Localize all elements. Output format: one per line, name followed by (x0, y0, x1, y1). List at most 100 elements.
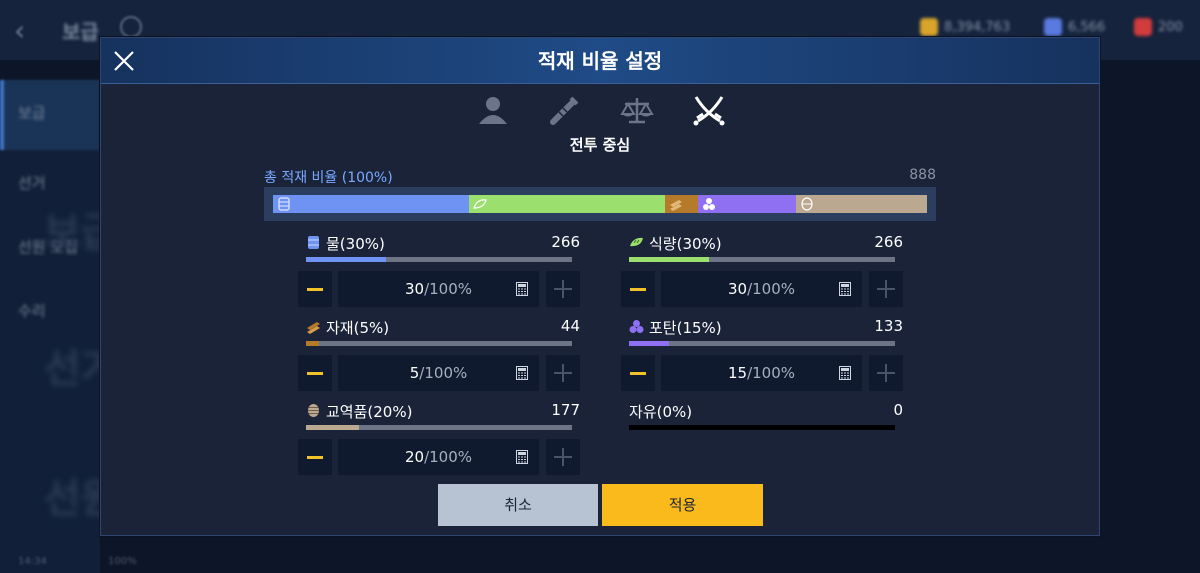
dialog-title: 적재 비율 설정 (537, 49, 663, 73)
tab-combat[interactable] (687, 88, 731, 132)
ratio-value: 20 (404, 448, 425, 466)
mode-tabs (471, 88, 731, 132)
mode-label: 전투 중심 (569, 136, 631, 154)
total-ratio-label: 총 적재 비율 (100%) (264, 170, 393, 186)
resource-bar-fill (629, 257, 709, 262)
calculator-icon[interactable] (838, 282, 852, 296)
ammo-segment-icon (703, 198, 716, 210)
resource-bar-fill (306, 257, 386, 262)
ratio-unit: /100% (419, 364, 468, 382)
status-battery: 100% (108, 556, 137, 567)
ruby-value: 200 (1158, 19, 1183, 35)
ratio-value: 15 (727, 364, 748, 382)
calculator-icon[interactable] (515, 450, 529, 464)
resource-count: 44 (560, 317, 580, 335)
resource-bar (629, 257, 895, 262)
decrease-button[interactable] (621, 355, 655, 391)
cannonball-icon (629, 320, 644, 333)
resource-count: 133 (874, 317, 903, 335)
crossed-swords-icon (693, 96, 725, 126)
balance-scale-icon (620, 98, 654, 124)
calculator-icon[interactable] (515, 366, 529, 380)
total-bar-segments (273, 195, 927, 213)
status-time: 14:34 (18, 556, 47, 567)
ratio-value: 30 (404, 280, 425, 298)
resource-name: 자유(0%) (629, 403, 693, 421)
dialog-header: 적재 비율 설정 (101, 38, 1099, 84)
increase-button[interactable] (546, 355, 580, 391)
resource-bar (306, 341, 572, 346)
resource-bar (629, 341, 895, 346)
ratio-input[interactable]: 30/100% (338, 271, 539, 307)
ratio-unit: /100% (424, 280, 473, 298)
increase-button[interactable] (546, 439, 580, 475)
increase-button[interactable] (869, 355, 903, 391)
resource-name: 포탄(15%) (649, 319, 722, 337)
decrease-button[interactable] (298, 271, 332, 307)
gem-icon (1044, 18, 1062, 36)
resource-free: 자유(0%) 0 (629, 401, 903, 430)
increase-button[interactable] (546, 271, 580, 307)
back-button[interactable]: ‹ (14, 14, 25, 47)
resource-food: 식량(30%) 266 30/100% (621, 233, 903, 307)
ratio-value: 5 (409, 364, 420, 382)
total-segment-material (665, 195, 699, 213)
resource-bar (306, 257, 572, 262)
ratio-value: 30 (727, 280, 748, 298)
calculator-icon[interactable] (515, 282, 529, 296)
resource-name: 교역품(20%) (326, 403, 413, 421)
ratio-unit: /100% (747, 364, 796, 382)
resource-count: 177 (551, 401, 580, 419)
resource-name: 자재(5%) (326, 319, 390, 337)
resource-name: 물(30%) (326, 235, 385, 253)
sidebar-item-election[interactable]: 선거 (18, 172, 46, 193)
ratio-input[interactable]: 30/100% (661, 271, 862, 307)
ruby-counter: 200 (1134, 18, 1183, 36)
tab-trade[interactable] (615, 88, 659, 132)
resource-bar (629, 425, 895, 430)
resource-name: 식량(30%) (649, 235, 722, 253)
decrease-button[interactable] (298, 439, 332, 475)
cargo-barrel-icon (308, 404, 319, 417)
decrease-button[interactable] (621, 271, 655, 307)
sidebar-item-repair[interactable]: 수리 (18, 300, 46, 321)
resource-count: 266 (874, 233, 903, 251)
increase-button[interactable] (869, 271, 903, 307)
goods-segment-icon (801, 197, 813, 211)
total-segment-goods (796, 195, 927, 213)
gem-value: 6,566 (1068, 19, 1106, 35)
resource-material: 자재(5%) 44 5/100% (298, 317, 580, 391)
ratio-unit: /100% (747, 280, 796, 298)
food-segment-icon (473, 199, 487, 209)
total-ratio-bar (264, 187, 936, 221)
resource-water: 물(30%) 266 30/100% (298, 233, 580, 307)
tab-exploration[interactable] (543, 88, 587, 132)
apply-button[interactable]: 적용 (602, 484, 763, 526)
water-barrel-icon (308, 236, 319, 249)
ratio-unit: /100% (424, 448, 473, 466)
total-segment-food (469, 195, 666, 213)
decrease-button[interactable] (298, 355, 332, 391)
screen-title: 보급 (62, 20, 99, 44)
help-icon[interactable] (120, 16, 142, 38)
lumber-icon (307, 322, 320, 334)
ratio-input[interactable]: 15/100% (661, 355, 862, 391)
resource-goods: 교역품(20%) 177 20/100% (298, 401, 580, 475)
cancel-button[interactable]: 취소 (438, 484, 598, 526)
gold-counter: 8,394,763 (920, 18, 1010, 36)
resource-bar-fill (629, 341, 669, 346)
close-icon (114, 51, 134, 71)
gold-icon (920, 18, 938, 36)
load-ratio-dialog: 적재 비율 설정 전투 중심 총 적재 비율 (100%) 888 물(30%)… (100, 37, 1100, 536)
ratio-input[interactable]: 20/100% (338, 439, 539, 475)
resource-count: 266 (551, 233, 580, 251)
water-segment-icon (278, 197, 290, 211)
gem-counter: 6,566 (1044, 18, 1105, 36)
resource-count: 0 (893, 401, 903, 419)
calculator-icon[interactable] (838, 366, 852, 380)
tab-balanced-person[interactable] (471, 88, 515, 132)
close-button[interactable] (111, 48, 137, 74)
ratio-input[interactable]: 5/100% (338, 355, 539, 391)
sidebar-item-supply[interactable]: 보급 (18, 102, 46, 123)
resource-ammo: 포탄(15%) 133 15/100% (621, 317, 903, 391)
